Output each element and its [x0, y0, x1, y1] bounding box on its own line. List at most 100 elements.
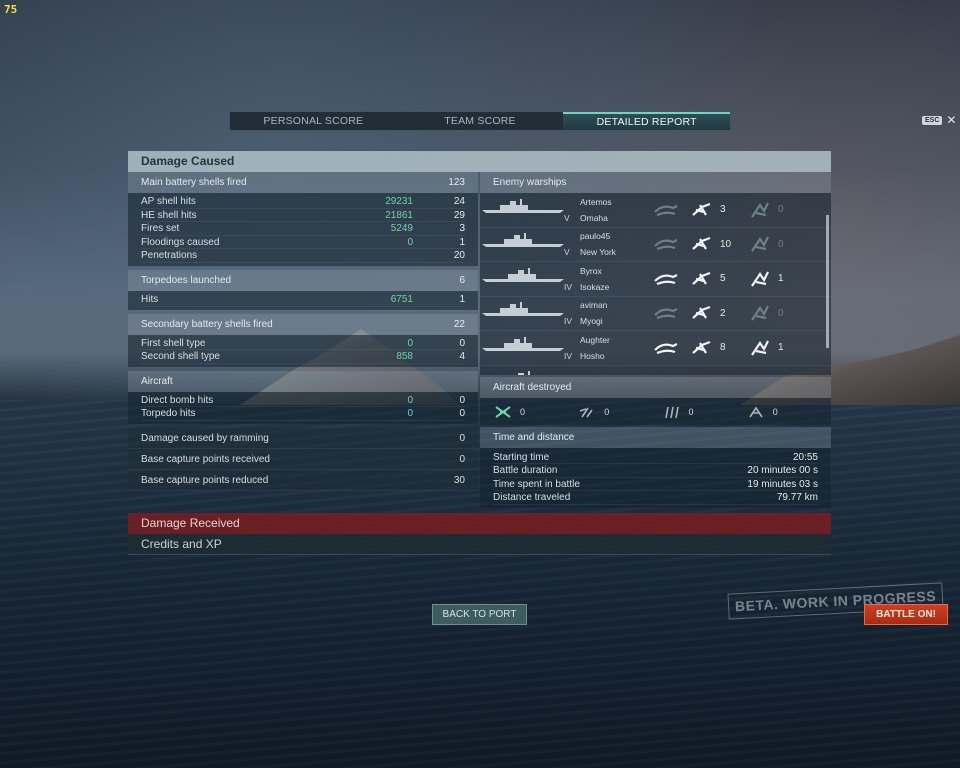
ship-hit-marker [648, 301, 684, 325]
aircraft-header: Aircraft [128, 370, 478, 392]
stat-label: Hits [141, 293, 159, 305]
ship-tier: V [564, 212, 570, 223]
stat-row: Penetrations 20 [141, 249, 465, 263]
stat-row: Fires set 5249 3 [141, 222, 465, 236]
stat-damage: 6751 [390, 293, 413, 305]
credits-xp-header[interactable]: Credits and XP [128, 534, 831, 555]
tab-personal-score[interactable]: PERSONAL SCORE [230, 112, 397, 130]
ship-silhouette [480, 367, 572, 375]
time-value: 20 minutes 00 s [747, 465, 818, 477]
tab-detailed-report[interactable]: DETAILED REPORT [563, 112, 731, 130]
spotter-kill: 0 [747, 405, 831, 419]
ship-silhouette-icon [482, 198, 564, 213]
fire-count: 0 [778, 238, 784, 250]
ship-name: Myogi [580, 316, 603, 327]
torpedo-bomber-icon [664, 406, 679, 418]
stat-label: First shell type [141, 337, 206, 349]
misc-stat-row: Base capture points reduced 30 [128, 469, 478, 491]
stat-damage: 858 [396, 351, 413, 363]
stat-value: 20 [453, 250, 465, 262]
aircraft-destroyed-row: 0 0 0 0 [480, 398, 831, 425]
stat-value: 0 [459, 337, 465, 349]
ship-hit-marker [648, 336, 684, 360]
shell-hit-marker [684, 267, 720, 291]
damage-caused-header[interactable]: Damage Caused [128, 151, 831, 172]
fire-marker [742, 301, 778, 325]
spotter-plane-icon [749, 406, 763, 417]
tab-team-score[interactable]: TEAM SCORE [397, 112, 564, 130]
shell-hit-marker [684, 336, 720, 360]
stat-damage: 0 [407, 236, 413, 248]
shell-hit-count: 5 [720, 273, 726, 285]
hit-icon [654, 273, 678, 285]
time-distance-header: Time and distance [480, 427, 831, 448]
shell-hit-icon [692, 202, 711, 216]
stat-label: Fires set [141, 223, 180, 235]
stat-damage: 0 [407, 337, 413, 349]
stat-label: Base capture points received [141, 453, 270, 465]
fire-icon [751, 202, 769, 218]
main-battery-rows: AP shell hits 29231 24 HE shell hits 21861 29… [128, 193, 478, 266]
shell-hit-marker [684, 301, 720, 325]
fighter-icon [495, 405, 511, 418]
stat-label: Damage caused by ramming [141, 432, 269, 444]
ship-silhouette: IV [480, 264, 572, 294]
esc-key-icon: ESC [922, 115, 943, 125]
ship-hit-marker [648, 370, 684, 375]
time-row: Battle duration 20 minutes 00 s [493, 464, 818, 478]
player-name: aviman [580, 300, 608, 311]
fire-icon [751, 305, 769, 321]
player-name: I558289 [580, 374, 648, 375]
hit-icon [654, 239, 678, 251]
main-battery-header: Main battery shells fired 123 [128, 172, 478, 193]
enemy-ship-row: IV aviman Myogi 2 0 [480, 297, 831, 331]
ship-hit-marker [648, 232, 684, 256]
shell-hit-marker [684, 232, 720, 256]
stat-damage: 0 [407, 408, 413, 420]
shell-hit-count: 2 [720, 307, 726, 319]
time-row: Time spent in battle 19 minutes 03 s [493, 478, 818, 492]
time-label: Battle duration [493, 465, 558, 477]
secondary-header: Secondary battery shells fired 22 [128, 313, 478, 335]
stat-row: Hits 6751 1 [141, 293, 465, 307]
back-to-port-button[interactable]: BACK TO PORT [432, 604, 527, 625]
stat-label: Floodings caused [141, 236, 220, 248]
close-button[interactable]: ESC ✕ [922, 114, 956, 126]
misc-stat-row: Damage caused by ramming 0 [128, 427, 478, 449]
battle-on-button[interactable]: BATTLE ON! [864, 604, 948, 625]
fire-count: 1 [778, 342, 784, 354]
time-label: Starting time [493, 452, 550, 463]
right-column: Enemy warships V Artemos Omaha 3 0 V pau… [480, 172, 831, 508]
time-value: 20:55 [792, 452, 818, 463]
ship-name: Omaha [580, 212, 608, 223]
stat-row: Second shell type 858 4 [141, 350, 465, 364]
torpedoes-header: Torpedoes launched 6 [128, 269, 478, 291]
ship-names: I558289 [580, 374, 648, 375]
ship-silhouette-icon [482, 267, 564, 282]
fire-count: 0 [778, 204, 784, 216]
stat-label: Second shell type [141, 351, 220, 363]
player-name: paulo45 [580, 231, 611, 242]
enemy-ship-row: V Artemos Omaha 3 0 [480, 193, 831, 228]
shell-hit-marker [684, 370, 720, 375]
shell-hit-icon [692, 306, 711, 320]
ship-tier: IV [564, 316, 573, 327]
stat-value: 0 [459, 453, 465, 465]
damage-received-header[interactable]: Damage Received [128, 513, 831, 534]
shell-hit-count: 3 [720, 204, 726, 216]
time-value: 19 minutes 03 s [747, 478, 818, 490]
time-label: Distance traveled [493, 492, 571, 504]
stat-damage: 29231 [385, 196, 413, 207]
misc-rows: Damage caused by ramming 0 Base capture po… [128, 427, 478, 491]
stat-damage: 5249 [390, 223, 413, 235]
player-name: Aughter [580, 334, 610, 345]
ship-silhouette-icon [482, 233, 564, 248]
shell-hit-icon [692, 237, 711, 251]
secondary-group: Secondary battery shells fired 22 First … [128, 313, 478, 367]
shell-hit-count: 8 [720, 342, 726, 354]
hit-icon [654, 308, 678, 320]
shell-hit-icon [692, 271, 711, 285]
ship-silhouette-icon [518, 371, 530, 375]
left-column: Main battery shells fired 123 AP shell h… [128, 172, 478, 491]
fire-marker [742, 370, 778, 375]
